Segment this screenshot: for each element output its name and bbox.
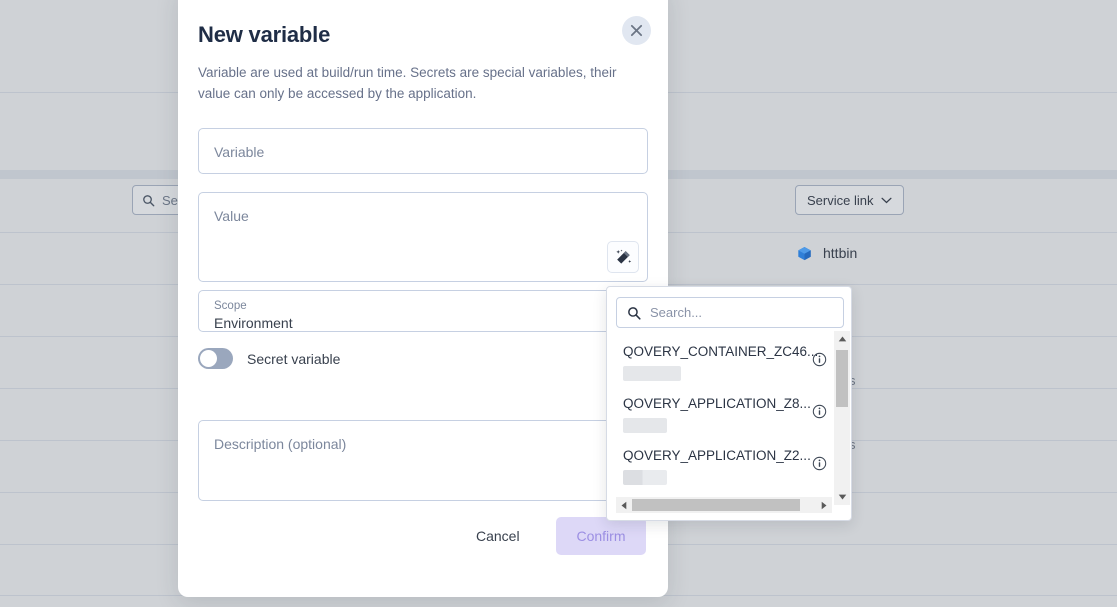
horizontal-scrollbar[interactable] xyxy=(616,497,832,513)
magic-wand-button[interactable] xyxy=(607,241,639,273)
magic-wand-icon xyxy=(615,249,631,264)
service-link-label: Service link xyxy=(807,192,874,208)
list-item-label: QOVERY_APPLICATION_Z8... xyxy=(623,396,811,411)
scope-select-value: Environment xyxy=(214,315,293,331)
value-input[interactable]: Value xyxy=(198,192,648,282)
cube-icon xyxy=(798,246,811,260)
list-item[interactable]: QOVERY_APPLICATION_Z8... xyxy=(607,390,835,442)
new-variable-modal: New variable Variable are used at build/… xyxy=(178,0,668,597)
info-icon[interactable] xyxy=(812,456,827,471)
confirm-button[interactable]: Confirm xyxy=(556,517,646,555)
horizontal-scrollbar-thumb[interactable] xyxy=(632,499,800,511)
list-item[interactable]: QOVERY_CONTAINER_ZC46... xyxy=(607,338,835,390)
list-item-label: QOVERY_CONTAINER_ZC46... xyxy=(623,344,819,359)
value-input-placeholder: Value xyxy=(214,208,249,224)
service-row-item[interactable]: httbin xyxy=(797,245,857,261)
scope-select-label: Scope xyxy=(214,300,247,312)
description-input[interactable]: Description (optional) xyxy=(198,420,648,501)
info-icon[interactable] xyxy=(812,352,827,367)
toggle-knob xyxy=(200,350,217,367)
list-item[interactable]: QOVERY_APPLICATION_Z2... xyxy=(607,442,835,494)
close-icon xyxy=(630,24,643,37)
cancel-button[interactable]: Cancel xyxy=(476,528,520,544)
variable-input[interactable]: Variable xyxy=(198,128,648,174)
dropdown-list[interactable]: QOVERY_CONTAINER_ZC46... QOVERY_APPLICAT… xyxy=(607,338,835,501)
search-icon xyxy=(628,306,641,320)
vertical-scrollbar[interactable] xyxy=(834,331,850,505)
variable-input-placeholder: Variable xyxy=(214,144,265,160)
dropdown-search-input[interactable]: Search... xyxy=(616,297,844,328)
caret-down-icon[interactable] xyxy=(834,489,850,505)
secret-variable-label: Secret variable xyxy=(247,350,341,367)
modal-description: Variable are used at build/run time. Sec… xyxy=(198,65,617,101)
secret-variable-row[interactable]: Secret variable xyxy=(198,348,340,369)
list-item-label: QOVERY_APPLICATION_Z2... xyxy=(623,448,811,463)
page-title: New variable xyxy=(198,22,331,47)
caret-up-icon[interactable] xyxy=(834,331,850,347)
service-row-label: httbin xyxy=(823,245,858,261)
description-input-placeholder: Description (optional) xyxy=(214,436,347,452)
close-button[interactable] xyxy=(622,16,651,45)
caret-right-icon[interactable] xyxy=(816,497,832,513)
chevron-down-icon xyxy=(881,197,892,203)
list-item-skeleton xyxy=(623,366,681,381)
caret-left-icon[interactable] xyxy=(616,497,632,513)
dropdown-search-placeholder: Search... xyxy=(650,305,703,320)
list-item-skeleton xyxy=(623,470,667,485)
vertical-scrollbar-thumb[interactable] xyxy=(836,350,848,407)
service-link-dropdown[interactable]: Service link xyxy=(795,185,905,215)
scope-select[interactable]: Scope Environment xyxy=(198,290,648,332)
variable-suggestion-dropdown: Search... QOVERY_CONTAINER_ZC46... QOVER… xyxy=(606,286,852,521)
info-icon[interactable] xyxy=(812,404,827,419)
list-item-skeleton xyxy=(623,418,667,433)
search-icon xyxy=(143,194,155,206)
secret-variable-toggle[interactable] xyxy=(198,348,233,369)
